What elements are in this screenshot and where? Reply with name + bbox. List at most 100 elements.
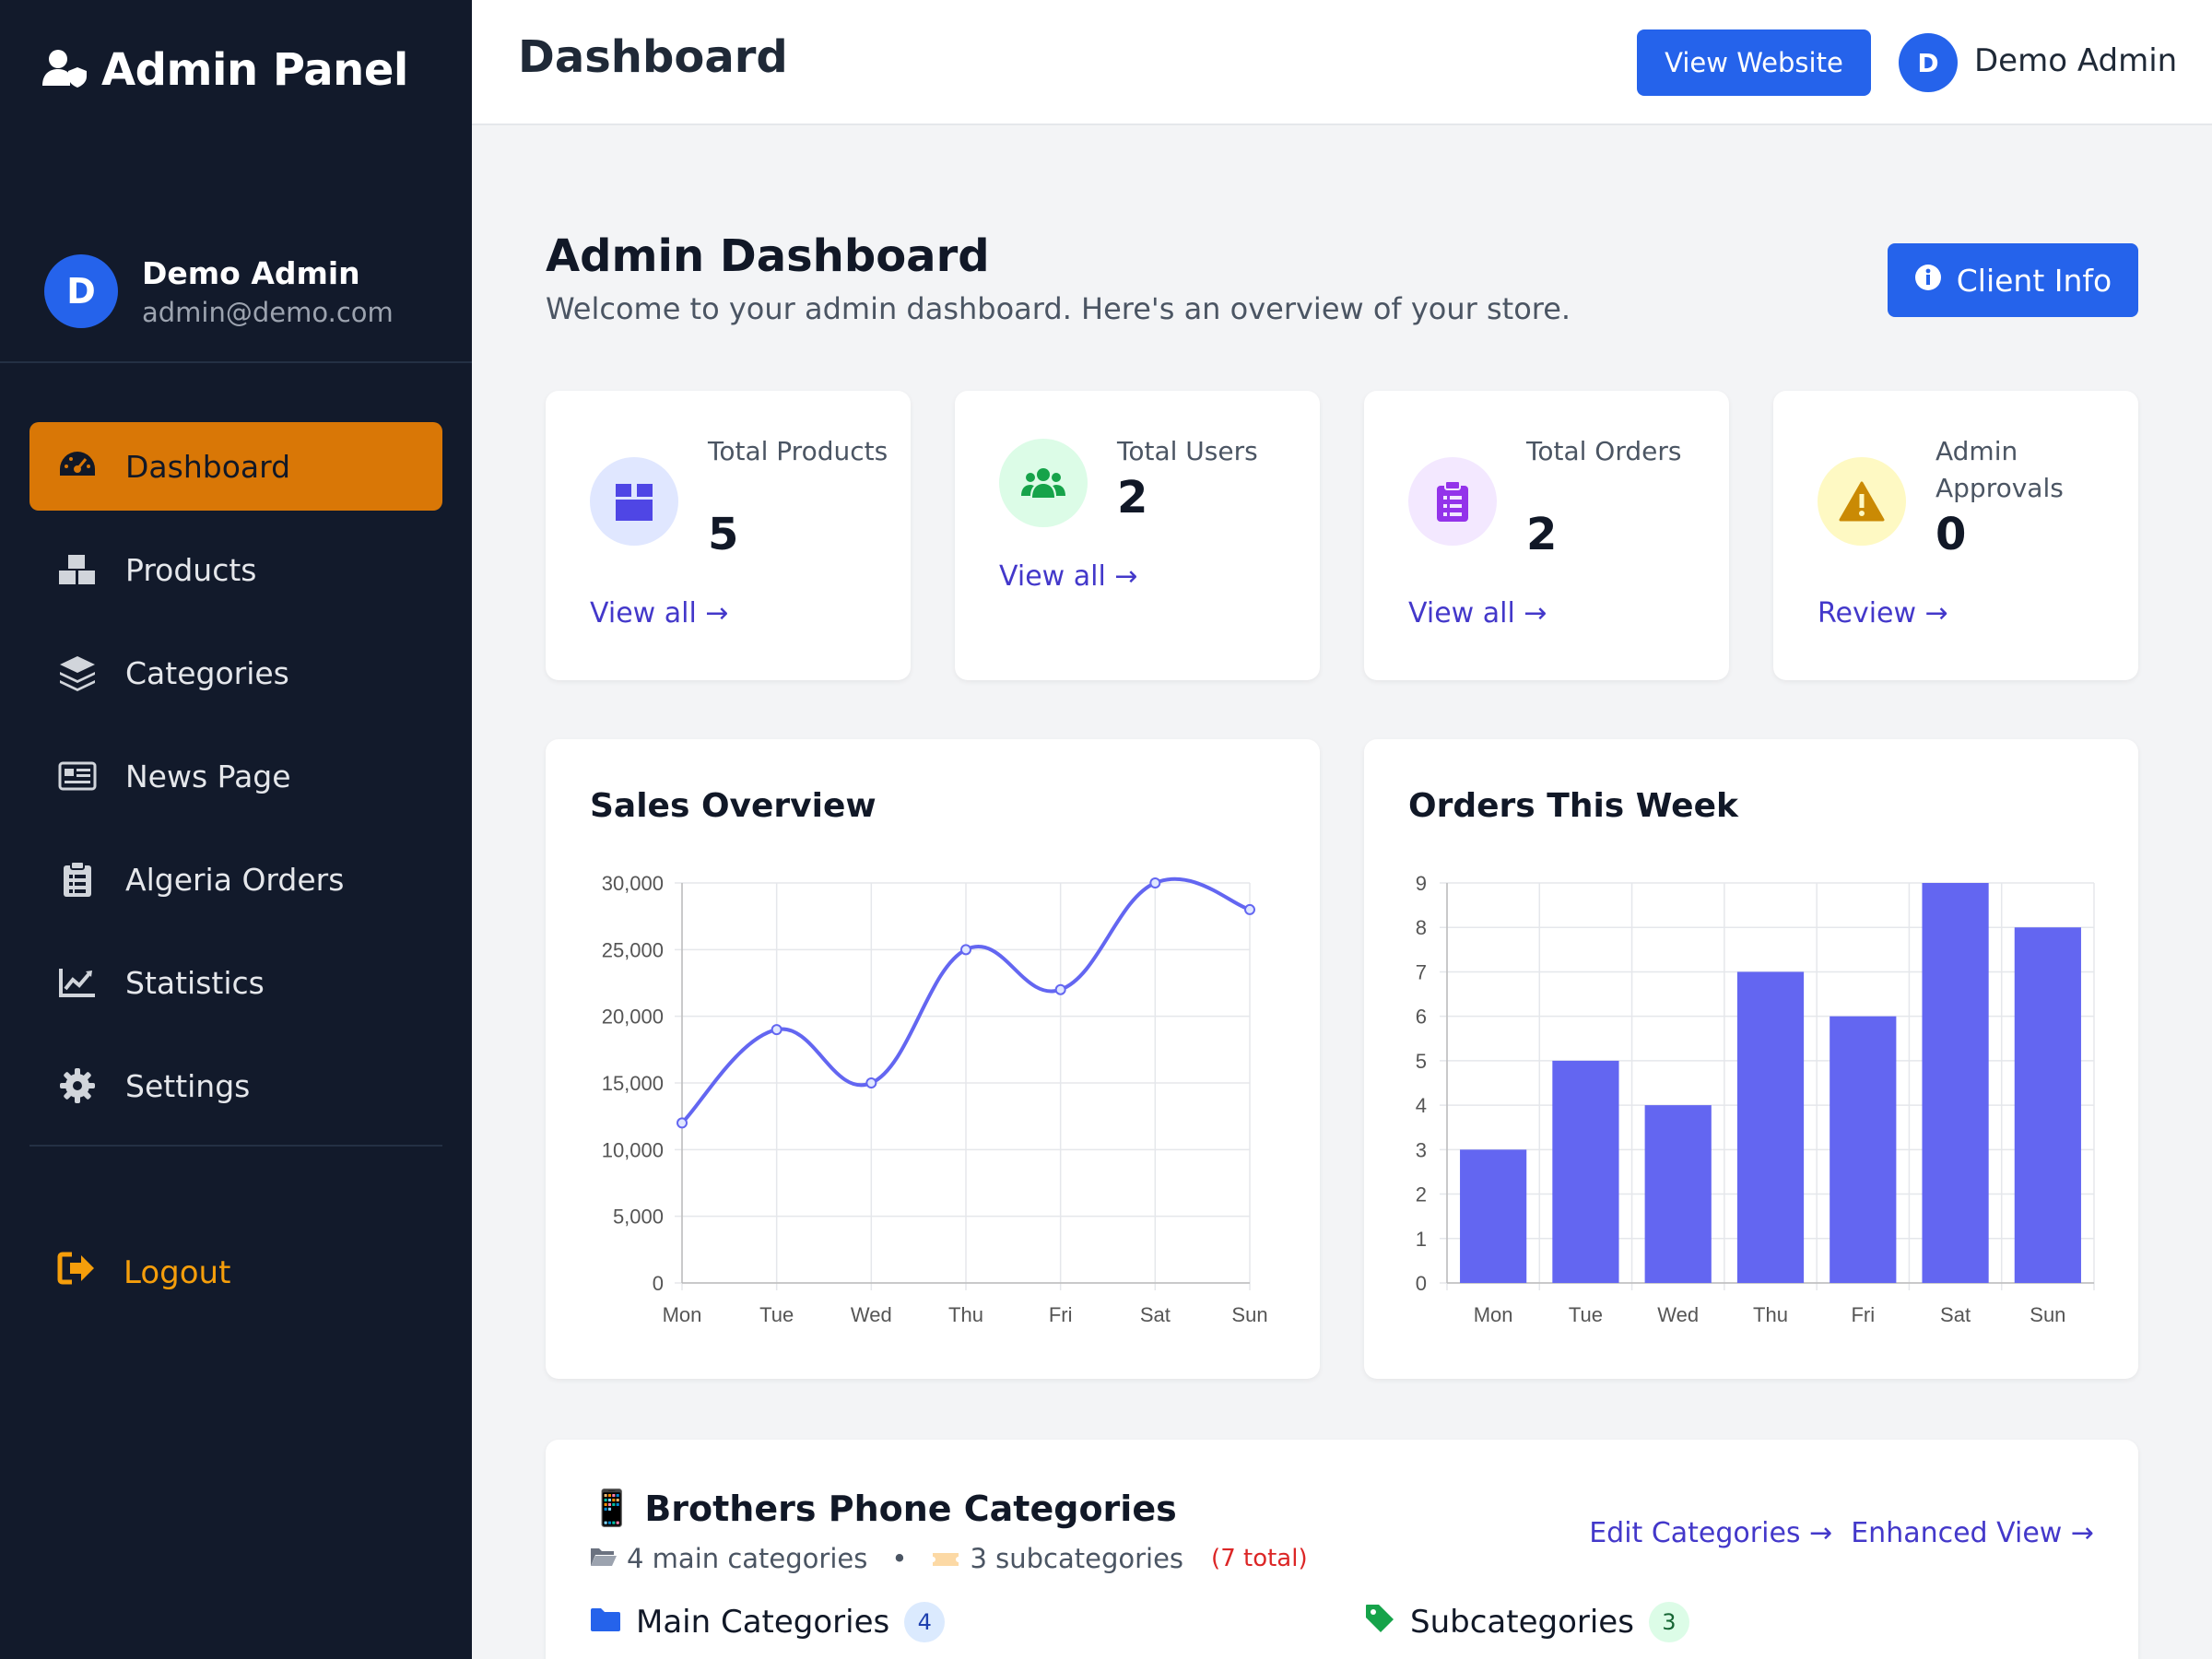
sidebar-item-label: Categories: [125, 654, 289, 691]
gear-icon: [57, 1065, 98, 1106]
page-title: Dashboard: [518, 31, 788, 83]
bar: [2014, 927, 2081, 1283]
sidebar-nav: Dashboard Products Categories News Page …: [29, 422, 442, 1145]
warning-icon: [1818, 457, 1906, 546]
y-tick-label: 9: [1416, 872, 1427, 895]
sidebar-divider: [0, 361, 472, 363]
categories-panel-title: 📱 Brothers Phone Categories: [590, 1488, 1177, 1529]
dashboard-heading: Admin Dashboard: [546, 230, 990, 282]
data-point: [1149, 877, 1161, 888]
enhanced-view-link[interactable]: Enhanced View →: [1851, 1517, 2094, 1549]
brand: Admin Panel: [42, 44, 408, 96]
view-all-products-link[interactable]: View all →: [590, 597, 728, 629]
data-point: [960, 944, 971, 956]
sidebar-item-algeria-orders[interactable]: Algeria Orders: [29, 835, 442, 924]
view-all-users-link[interactable]: View all →: [999, 560, 1137, 593]
sidebar-profile: D Demo Admin admin@demo.com: [44, 254, 394, 328]
total-count: (7 total): [1211, 1545, 1308, 1572]
y-tick-label: 10,000: [602, 1138, 664, 1161]
brand-title: Admin Panel: [101, 44, 408, 96]
stat-value: 0: [1936, 509, 1967, 560]
sidebar-item-label: Algeria Orders: [125, 861, 345, 898]
edit-categories-link[interactable]: Edit Categories →: [1589, 1517, 1832, 1549]
dashboard-subtitle: Welcome to your admin dashboard. Here's …: [546, 291, 1571, 326]
logout-icon: [57, 1252, 96, 1293]
bar: [1922, 883, 1989, 1283]
stat-card-orders: Total Orders 2 View all →: [1364, 391, 1729, 680]
y-tick-label: 15,000: [602, 1072, 664, 1095]
count-badge: 4: [904, 1602, 946, 1642]
avatar[interactable]: D: [1899, 33, 1958, 92]
subcategories-label: Subcategories: [1410, 1604, 1634, 1641]
sidebar-item-settings[interactable]: Settings: [29, 1041, 442, 1130]
data-point: [677, 1117, 688, 1129]
user-shield-icon: [42, 49, 88, 91]
view-website-button[interactable]: View Website: [1637, 29, 1871, 96]
sidebar-item-statistics[interactable]: Statistics: [29, 938, 442, 1027]
subcategories-header[interactable]: Subcategories 3: [1364, 1602, 1689, 1642]
separator-dot: •: [891, 1543, 908, 1574]
y-tick-label: 4: [1416, 1094, 1427, 1117]
folder-icon: [590, 1604, 621, 1641]
layers-icon: [57, 653, 98, 693]
sidebar-item-label: Statistics: [125, 964, 265, 1001]
data-point: [1244, 903, 1255, 915]
x-tick-label: Thu: [1753, 1303, 1788, 1326]
clipboard-icon: [1408, 457, 1497, 546]
sidebar-item-products[interactable]: Products: [29, 525, 442, 614]
stat-label: Admin Approvals: [1936, 436, 2064, 503]
review-approvals-link[interactable]: Review →: [1818, 597, 1948, 629]
sidebar-item-label: News Page: [125, 758, 291, 794]
data-point: [865, 1077, 877, 1088]
y-tick-label: 30,000: [602, 872, 664, 895]
stat-value: 2: [1526, 509, 1558, 560]
x-tick-label: Mon: [663, 1303, 702, 1326]
y-tick-label: 2: [1416, 1183, 1427, 1206]
orders-week-card: Orders This Week 0 1 2 3 4 5 6 7 8 9 Mon Tue Wed Thu F…: [1364, 739, 2138, 1379]
categories-panel: 📱 Brothers Phone Categories 4 main categ…: [546, 1440, 2138, 1659]
categories-title-text: Brothers Phone Categories: [644, 1488, 1177, 1529]
x-tick-label: Sat: [1140, 1303, 1171, 1326]
stat-card-products: Total Products 5 View all →: [546, 391, 911, 680]
sidebar-item-dashboard[interactable]: Dashboard: [29, 422, 442, 511]
view-all-orders-link[interactable]: View all →: [1408, 597, 1547, 629]
sales-overview-card: Sales Overview 0 5,000 10,000 15,000 20,000 2…: [546, 739, 1320, 1379]
bar: [1644, 1105, 1712, 1283]
x-tick-label: Sun: [1231, 1303, 1267, 1326]
y-tick-label: 7: [1416, 960, 1427, 983]
phone-icon: 📱: [590, 1488, 634, 1528]
x-tick-label: Fri: [1049, 1303, 1073, 1326]
header-user-name[interactable]: Demo Admin: [1974, 42, 2177, 79]
y-tick-label: 25,000: [602, 938, 664, 961]
main-categories-header[interactable]: Main Categories 4: [590, 1602, 946, 1642]
sidebar-item-categories[interactable]: Categories: [29, 629, 442, 717]
x-tick-label: Mon: [1474, 1303, 1513, 1326]
users-icon: [999, 439, 1088, 527]
y-tick-label: 20,000: [602, 1006, 664, 1029]
clipboard-list-icon: [57, 859, 98, 900]
client-info-label: Client Info: [1956, 262, 2112, 299]
y-tick-label: 0: [1416, 1272, 1427, 1295]
x-tick-label: Sun: [2030, 1303, 2065, 1326]
bar: [1552, 1060, 1619, 1283]
y-tick-label: 5,000: [613, 1206, 664, 1229]
tag-icon: [1364, 1603, 1395, 1642]
bar: [1736, 971, 1805, 1283]
sidebar: Admin Panel D Demo Admin admin@demo.com …: [0, 0, 472, 1659]
sidebar-item-label: Settings: [125, 1067, 251, 1104]
sidebar-item-label: Dashboard: [125, 448, 291, 485]
count-badge: 3: [1648, 1602, 1689, 1642]
main-category-count: 4 main categories: [627, 1543, 868, 1574]
x-tick-label: Wed: [851, 1303, 892, 1326]
subcategory-count: 3 subcategories: [970, 1543, 1184, 1574]
sidebar-item-news[interactable]: News Page: [29, 732, 442, 820]
stat-value: 5: [708, 509, 739, 560]
top-header: Dashboard View Website D Demo Admin: [472, 0, 2212, 125]
main-categories-label: Main Categories: [636, 1604, 890, 1641]
chart-line-icon: [57, 962, 98, 1003]
logout-button[interactable]: Logout: [57, 1252, 230, 1293]
gauge-icon: [57, 446, 98, 487]
y-tick-label: 8: [1416, 916, 1427, 939]
category-links: Edit Categories → Enhanced View →: [1589, 1517, 2094, 1549]
client-info-button[interactable]: Client Info: [1888, 243, 2138, 317]
